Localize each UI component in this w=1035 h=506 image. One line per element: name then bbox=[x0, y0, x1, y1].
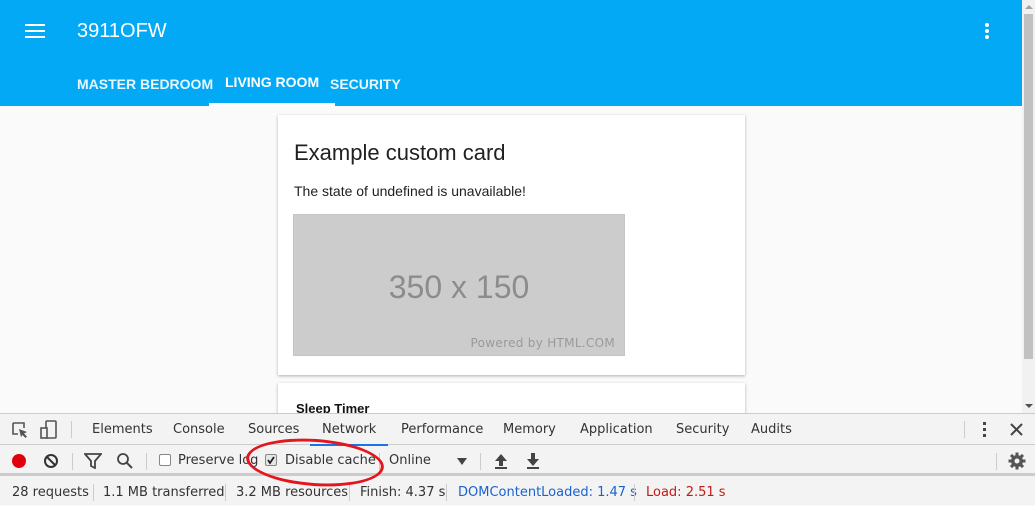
scroll-down-icon[interactable] bbox=[1025, 404, 1033, 408]
transferred-size: 1.1 MB transferred bbox=[103, 485, 225, 500]
more-tools-icon[interactable] bbox=[983, 422, 987, 437]
tab-application[interactable]: Application bbox=[580, 422, 653, 437]
card-title: Sleep Timer bbox=[296, 401, 370, 413]
domcontentloaded-time: DOMContentLoaded: 1.47 s bbox=[458, 485, 637, 500]
clear-icon[interactable] bbox=[43, 453, 59, 469]
app-title: 3911OFW bbox=[77, 20, 167, 42]
network-toolbar: Preserve log Disable cache Online bbox=[0, 446, 1035, 476]
network-summary-bar: 28 requests 1.1 MB transferred 3.2 MB re… bbox=[0, 478, 1035, 506]
tab-elements[interactable]: Elements bbox=[92, 422, 153, 437]
scrollbar-thumb[interactable] bbox=[1024, 14, 1033, 359]
load-time: Load: 2.51 s bbox=[646, 485, 726, 500]
image-credit: Powered by HTML.COM bbox=[470, 336, 615, 350]
device-toolbar-icon[interactable] bbox=[40, 420, 58, 440]
sleep-timer-card: Sleep Timer bbox=[278, 383, 745, 413]
image-size-text: 350 x 150 bbox=[388, 269, 530, 305]
preserve-log-label: Preserve log bbox=[178, 453, 259, 468]
filter-icon[interactable] bbox=[84, 453, 102, 469]
tab-network[interactable]: Network bbox=[309, 422, 389, 446]
chevron-down-icon[interactable] bbox=[457, 458, 467, 465]
more-options-icon[interactable] bbox=[985, 23, 991, 41]
disable-cache-label: Disable cache bbox=[285, 453, 376, 468]
resources-size: 3.2 MB resources bbox=[236, 485, 349, 500]
custom-card: Example custom card The state of undefin… bbox=[278, 115, 745, 375]
menu-icon[interactable] bbox=[25, 24, 45, 38]
app-header: 3911OFW MASTER BEDROOM LIVING ROOM SECUR… bbox=[0, 0, 1022, 106]
close-icon[interactable] bbox=[1010, 423, 1023, 436]
devtools-panel: Elements Console Sources Network Perform… bbox=[0, 413, 1035, 505]
card-text: The state of undefined is unavailable! bbox=[294, 183, 526, 199]
import-har-icon[interactable] bbox=[494, 453, 508, 469]
tab-console[interactable]: Console bbox=[173, 422, 225, 437]
page-scrollbar[interactable] bbox=[1022, 0, 1035, 413]
tab-security[interactable]: SECURITY bbox=[314, 62, 417, 106]
home-assistant-app: 3911OFW MASTER BEDROOM LIVING ROOM SECUR… bbox=[0, 0, 1022, 413]
finish-time: Finish: 4.37 s bbox=[360, 485, 446, 500]
tab-memory[interactable]: Memory bbox=[503, 422, 556, 437]
placeholder-image: 350 x 150 Powered by HTML.COM bbox=[293, 214, 625, 356]
record-icon[interactable] bbox=[11, 453, 27, 469]
search-icon[interactable] bbox=[116, 452, 134, 470]
tab-master-bedroom[interactable]: MASTER BEDROOM bbox=[61, 62, 229, 106]
throttling-select[interactable]: Online bbox=[389, 453, 431, 468]
devtools-tabbar: Elements Console Sources Network Perform… bbox=[0, 414, 1035, 446]
inspect-element-icon[interactable] bbox=[11, 421, 29, 439]
export-har-icon[interactable] bbox=[526, 453, 540, 469]
tab-security[interactable]: Security bbox=[676, 422, 729, 437]
tab-audits[interactable]: Audits bbox=[751, 422, 792, 437]
preserve-log-checkbox[interactable] bbox=[159, 454, 171, 466]
requests-count: 28 requests bbox=[12, 485, 89, 500]
tab-sources[interactable]: Sources bbox=[248, 422, 299, 437]
card-title: Example custom card bbox=[294, 140, 506, 165]
tab-performance[interactable]: Performance bbox=[401, 422, 483, 437]
disable-cache-checkbox[interactable] bbox=[265, 454, 277, 466]
scroll-up-icon[interactable] bbox=[1025, 5, 1033, 9]
settings-gear-icon[interactable] bbox=[1008, 452, 1026, 470]
